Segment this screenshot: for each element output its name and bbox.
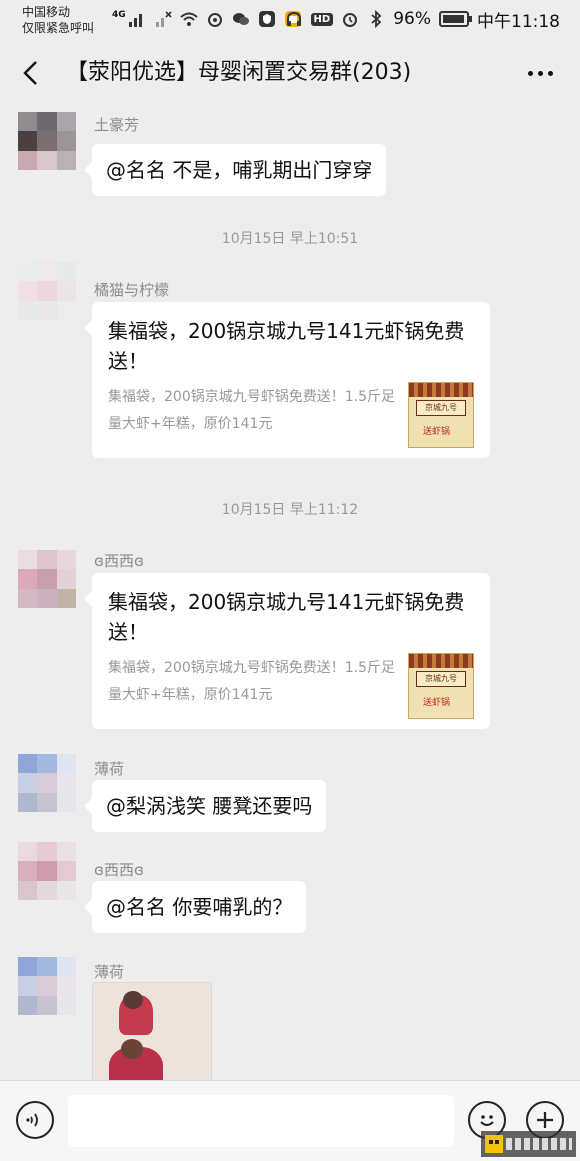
status-icons-right: HD 96% 中午11:18 xyxy=(285,8,560,32)
timestamp: 10月15日 早上10:51 xyxy=(221,231,359,247)
voice-icon xyxy=(26,1113,38,1127)
avatar[interactable] xyxy=(18,957,76,1015)
title-bar: 【荥阳优选】母婴闲置交易群(203) xyxy=(0,40,580,106)
sender-name: 薄荷 xyxy=(94,963,125,981)
alarm-icon xyxy=(343,13,358,27)
wifi-icon xyxy=(179,12,198,26)
card-title: 集福袋，200锅京城九号141元虾锅免费送！ xyxy=(108,590,465,644)
network-type: 4G xyxy=(112,10,126,20)
avatar[interactable] xyxy=(18,262,76,320)
sender-name: 橘猫与柠檬 xyxy=(94,281,170,299)
input-bar xyxy=(0,1080,580,1161)
more-icon xyxy=(527,70,533,76)
back-arrow-icon xyxy=(23,61,37,85)
watermark-logo xyxy=(481,1131,576,1157)
battery-level xyxy=(443,15,464,23)
weibo-icon xyxy=(207,13,222,27)
image-message[interactable] xyxy=(92,982,212,1080)
back-button[interactable] xyxy=(12,54,50,92)
sender-name: ɞ西西ɞ xyxy=(94,552,144,570)
battery-percent: 96% xyxy=(393,9,431,29)
message-bubble[interactable]: @名名 你要哺乳的？ xyxy=(83,881,307,933)
headphones-icon xyxy=(286,11,301,26)
chat-title: 【荥阳优选】母婴闲置交易群(203) xyxy=(66,60,412,85)
card-description: 集福袋，200锅京城九号虾锅免费送！1.5斤足量大虾+年糕，原价141元 xyxy=(108,389,395,432)
signal-icon xyxy=(128,14,142,27)
watermark-face-icon xyxy=(485,1135,503,1153)
link-card[interactable]: 集福袋，200锅京城九号141元虾锅免费送！ 集福袋，200锅京城九号虾锅免费送… xyxy=(84,302,490,458)
thumbnail-sign: 京城九号 xyxy=(416,400,466,416)
avatar[interactable] xyxy=(18,112,76,170)
thumbnail-text: 送虾锅 xyxy=(423,698,451,708)
clock: 中午11:18 xyxy=(477,11,560,32)
carrier-name: 中国移动 xyxy=(22,5,71,19)
sender-name: 薄荷 xyxy=(94,760,125,778)
avatar[interactable] xyxy=(18,842,76,900)
sender-name: ɞ西西ɞ xyxy=(94,861,144,879)
card-title: 集福袋，200锅京城九号141元虾锅免费送！ xyxy=(108,319,465,373)
bluetooth-icon xyxy=(371,10,382,28)
card-description: 集福袋，200锅京城九号虾锅免费送！1.5斤足量大虾+年糕，原价141元 xyxy=(108,660,395,703)
battery-icon xyxy=(439,11,472,27)
emoji-icon xyxy=(480,1115,494,1126)
timestamp: 10月15日 早上11:12 xyxy=(221,502,359,518)
thumbnail-text: 送虾锅 xyxy=(423,427,451,437)
card-body: 集福袋，200锅京城九号虾锅免费送！1.5斤足量大虾+年糕，原价141元 京城九… xyxy=(108,382,474,448)
card-thumbnail: 京城九号 送虾锅 xyxy=(408,382,474,448)
no-signal-icon xyxy=(155,11,172,27)
carrier-info: 中国移动 仅限紧急呼叫 xyxy=(22,4,94,36)
more-button[interactable] xyxy=(518,54,562,92)
card-body: 集福袋，200锅京城九号虾锅免费送！1.5斤足量大虾+年糕，原价141元 京城九… xyxy=(108,653,474,719)
status-icons-left: 4G xyxy=(112,8,302,30)
sender-name: 土豪芳 xyxy=(94,116,140,134)
shield-app-icon xyxy=(258,11,275,27)
thumbnail-sign: 京城九号 xyxy=(416,671,466,687)
voice-button[interactable] xyxy=(16,1101,54,1139)
message-bubble[interactable]: @名名 不是，哺乳期出门穿穿 xyxy=(83,144,387,196)
avatar[interactable] xyxy=(18,550,76,608)
message-input[interactable] xyxy=(68,1095,454,1147)
status-bar: 中国移动 仅限紧急呼叫 4G HD 96% 中午11:18 xyxy=(0,0,580,40)
avatar[interactable] xyxy=(18,754,76,812)
plus-icon xyxy=(537,1112,553,1128)
message-bubble[interactable]: @梨涡浅笑 腰凳还要吗 xyxy=(83,780,327,832)
link-card[interactable]: 集福袋，200锅京城九号141元虾锅免费送！ 集福袋，200锅京城九号虾锅免费送… xyxy=(84,573,490,729)
carrier-status: 仅限紧急呼叫 xyxy=(22,21,95,35)
wechat-icon xyxy=(232,13,249,25)
card-thumbnail: 京城九号 送虾锅 xyxy=(408,653,474,719)
hd-badge: HD xyxy=(310,12,334,26)
message-list[interactable]: 土豪芳 @名名 不是，哺乳期出门穿穿 10月15日 早上10:51 橘猫与柠檬 … xyxy=(0,106,580,1080)
